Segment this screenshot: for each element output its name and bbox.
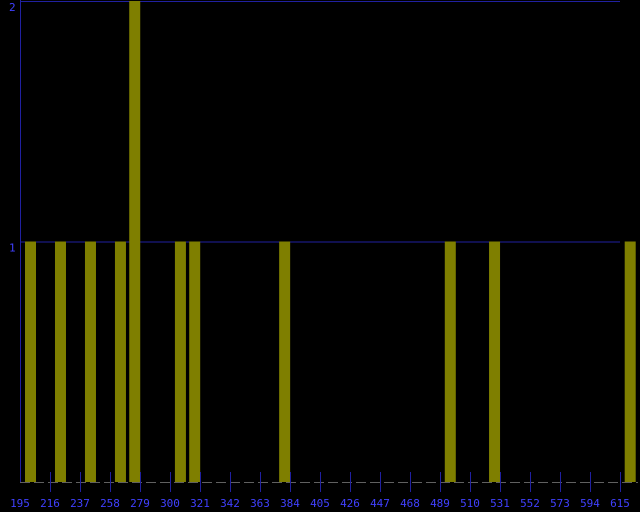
x-tick-label-405: 405 bbox=[310, 497, 330, 510]
x-tick-label-573: 573 bbox=[550, 497, 570, 510]
x-tick-label-321: 321 bbox=[190, 497, 210, 510]
x-tick-label-342: 342 bbox=[220, 497, 240, 510]
bar-268 bbox=[129, 1, 141, 482]
y-tick-label-1: 1 bbox=[9, 242, 16, 255]
x-tick-label-552: 552 bbox=[520, 497, 540, 510]
bar-520 bbox=[489, 241, 501, 482]
x-tick-label-279: 279 bbox=[130, 497, 150, 510]
x-tick-label-195: 195 bbox=[10, 497, 30, 510]
x-tick-label-237: 237 bbox=[70, 497, 90, 510]
bar-300 bbox=[174, 241, 186, 482]
bar-489 bbox=[444, 241, 456, 482]
histogram-chart: 1 2 195 216 237 258 279 300 321 342 363 384 405 426 44… bbox=[9, 0, 638, 510]
y-tick-label-2: 2 bbox=[9, 1, 16, 14]
axis-layer bbox=[20, 0, 638, 492]
bar-216 bbox=[54, 241, 66, 482]
x-tick-label-216: 216 bbox=[40, 497, 60, 510]
x-tick-label-510: 510 bbox=[460, 497, 480, 510]
x-tick-label-258: 258 bbox=[100, 497, 120, 510]
bar-258 bbox=[114, 241, 126, 482]
grid-layer bbox=[20, 1, 620, 243]
bar-195 bbox=[25, 241, 36, 482]
bar-373 bbox=[279, 241, 291, 482]
x-tick-label-594: 594 bbox=[580, 497, 600, 510]
x-tick-label-447: 447 bbox=[370, 497, 390, 510]
bar-237 bbox=[84, 241, 96, 482]
x-tick-label-489: 489 bbox=[430, 497, 450, 510]
x-tick-label-426: 426 bbox=[340, 497, 360, 510]
bar-310 bbox=[189, 241, 201, 482]
x-tick-label-384: 384 bbox=[280, 497, 300, 510]
x-tick-label-615: 615 bbox=[610, 497, 630, 510]
x-tick-label-300: 300 bbox=[160, 497, 180, 510]
x-tick-label-468: 468 bbox=[400, 497, 420, 510]
bar-615 bbox=[624, 241, 636, 482]
label-layer: 1 2 195 216 237 258 279 300 321 342 363 384 405 426 44… bbox=[9, 1, 630, 510]
x-tick-label-531: 531 bbox=[490, 497, 510, 510]
x-tick-label-363: 363 bbox=[250, 497, 270, 510]
